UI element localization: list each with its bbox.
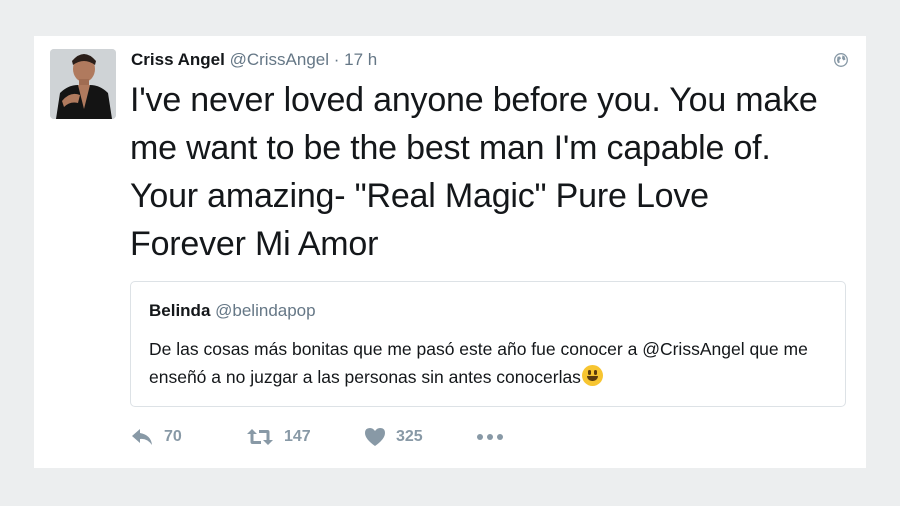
reply-icon [132, 429, 152, 445]
avatar[interactable] [50, 49, 116, 119]
quoted-header: Belinda @belindapop [149, 300, 316, 322]
timestamp[interactable]: 17 h [344, 50, 377, 69]
more-icon [477, 434, 503, 440]
retweet-button[interactable]: 147 [246, 425, 311, 449]
retweet-count: 147 [284, 428, 311, 445]
tweet-actions: 70 147 325 [130, 425, 630, 449]
grinning-face-emoji-icon [581, 365, 603, 386]
reply-count: 70 [164, 428, 182, 445]
tweet-card[interactable]: Criss Angel @CrissAngel · 17 h I've neve… [34, 36, 866, 468]
heart-icon [365, 428, 385, 446]
quoted-text: De las cosas más bonitas que me pasó est… [149, 339, 808, 387]
more-button[interactable] [476, 425, 506, 449]
reply-button[interactable]: 70 [130, 425, 182, 449]
quoted-author-handle: @belindapop [215, 301, 316, 320]
globe-icon [834, 53, 848, 67]
separator-dot: · [333, 50, 340, 69]
tweet-text: I've never loved anyone before you. You … [130, 81, 818, 263]
retweet-icon [247, 429, 273, 445]
author-handle[interactable]: @CrissAngel [230, 50, 329, 69]
quoted-text-container: De las cosas más bonitas que me pasó est… [149, 335, 839, 391]
tweet-header: Criss Angel @CrissAngel · 17 h [131, 49, 377, 71]
quoted-tweet[interactable]: Belinda @belindapop De las cosas más bon… [130, 281, 846, 407]
avatar-image [50, 49, 116, 119]
quoted-author-name: Belinda [149, 301, 211, 320]
author-name[interactable]: Criss Angel [131, 50, 225, 69]
like-count: 325 [396, 428, 423, 445]
like-button[interactable]: 325 [364, 425, 423, 449]
